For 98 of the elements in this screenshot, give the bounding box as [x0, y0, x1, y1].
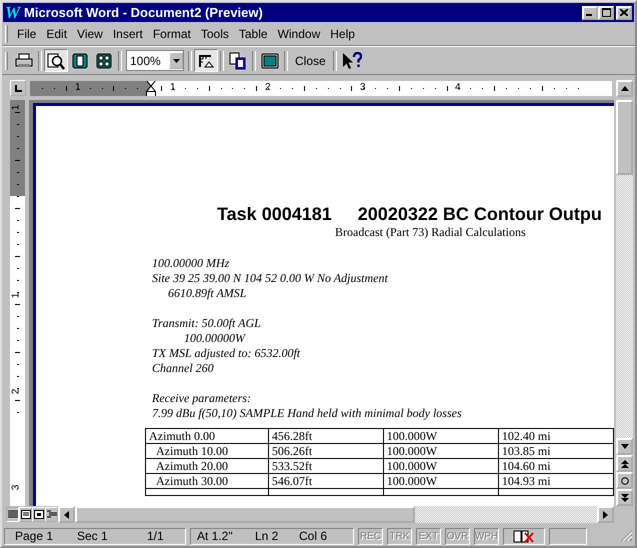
- body-text: TX MSL adjusted to: 6532.00ft: [152, 346, 302, 361]
- printer-icon: [15, 52, 33, 68]
- online-layout-button[interactable]: [19, 507, 32, 522]
- browse-object-button[interactable]: [616, 472, 633, 489]
- double-down-arrow-icon: [620, 494, 628, 502]
- menu-item[interactable]: Edit: [41, 27, 72, 41]
- outline-icon: [46, 510, 56, 519]
- document-title: 20020322 BC Contour Outpu: [358, 204, 602, 225]
- close-icon: [620, 9, 628, 16]
- status-text: Sec 1: [77, 529, 109, 543]
- view-ruler-button[interactable]: [194, 49, 218, 72]
- ruler-number: 3: [10, 484, 22, 490]
- magnifier-icon: [47, 52, 65, 70]
- table-cell: 102.40 mi: [498, 428, 614, 444]
- body-text: Receive parameters:: [152, 391, 252, 406]
- app-logo-icon: W: [5, 2, 21, 22]
- scroll-right-button[interactable]: [597, 506, 614, 523]
- ruler-icon: [197, 52, 215, 68]
- help-pointer-icon: [342, 52, 362, 70]
- close-window-button[interactable]: [616, 6, 632, 20]
- body-text: 6610.89ft AMSL: [167, 286, 248, 301]
- menu-item[interactable]: Tools: [196, 27, 234, 41]
- normal-view-button[interactable]: [6, 507, 19, 522]
- circle-icon: [620, 476, 628, 484]
- page-icon: [34, 510, 44, 519]
- caret-icon: [172, 58, 180, 62]
- page-layout-button[interactable]: [32, 507, 45, 522]
- outline-view-button[interactable]: [45, 507, 58, 522]
- scroll-up-button[interactable]: [616, 80, 633, 96]
- table-cell: 104.93 mi: [498, 474, 614, 488]
- double-up-arrow-icon: [620, 460, 628, 468]
- table-cell: 506.26ft: [268, 444, 384, 458]
- ruler-number: 1: [10, 104, 22, 110]
- table-cell: 100.000W: [383, 474, 498, 488]
- table-cell: Azimuth 0.00: [146, 428, 268, 444]
- body-text: Channel 260: [152, 361, 215, 376]
- body-text: 100.00000W: [183, 331, 247, 346]
- body-text: 100.00000 MHz: [152, 256, 230, 271]
- maximize-icon: [602, 8, 610, 17]
- menu-item[interactable]: Format: [148, 27, 196, 41]
- screen-icon: [261, 52, 279, 68]
- menu-item[interactable]: Window: [272, 27, 326, 41]
- menu-item[interactable]: Help: [325, 27, 360, 41]
- status-panel: [549, 528, 587, 544]
- right-arrow-icon: [603, 510, 608, 518]
- zoom-dropdown[interactable]: 100%: [126, 50, 184, 71]
- magnifier-button[interactable]: [44, 49, 68, 72]
- body-text: Site 39 25 39.00 N 104 52 0.00 W No Adjustment: [152, 271, 389, 286]
- left-tab-icon: [14, 84, 22, 92]
- down-arrow-icon: [620, 444, 628, 449]
- table-cell: 100.000W: [383, 444, 498, 458]
- next-page-button[interactable]: [616, 489, 633, 506]
- scroll-thumb[interactable]: [616, 100, 633, 175]
- minimize-button[interactable]: [582, 6, 598, 20]
- menu-item[interactable]: Insert: [108, 27, 148, 41]
- four-pages-icon: [96, 52, 112, 68]
- ruler-number: 3: [360, 82, 366, 92]
- scroll-thumb[interactable]: [75, 506, 415, 523]
- status-text: Col 6: [299, 529, 328, 543]
- ruler-number: 2: [10, 388, 22, 394]
- scroll-down-button[interactable]: [616, 438, 633, 455]
- window-title: Microsoft Word - Document2 (Preview): [24, 5, 264, 20]
- tab-selector-button[interactable]: [10, 80, 26, 96]
- left-arrow-icon: [64, 510, 69, 518]
- status-text: At 1.2": [197, 529, 234, 543]
- body-text: 7.99 dBu f(50,10) SAMPLE Hand held with minimal body losses: [152, 406, 463, 421]
- indent-marker-icon[interactable]: [146, 80, 156, 96]
- lines-icon: [8, 510, 18, 519]
- table-cell: 104.60 mi: [498, 458, 614, 474]
- ruler-number: 2: [265, 82, 271, 92]
- table-cell: 103.85 mi: [498, 444, 614, 458]
- menu-item[interactable]: File: [12, 27, 42, 41]
- table-cell: 456.28ft: [268, 428, 384, 444]
- status-text: Page 1: [15, 529, 54, 543]
- table-cell: Azimuth 10.00: [146, 444, 268, 458]
- table-cell: Azimuth 20.00: [146, 458, 268, 474]
- status-text: Ln 2: [255, 529, 280, 543]
- resize-grip-icon[interactable]: [621, 530, 633, 542]
- document-subtitle: Broadcast (Part 73) Radial Calculations: [334, 225, 527, 240]
- table-cell: 100.000W: [383, 458, 498, 474]
- table-cell: 546.07ft: [268, 474, 384, 488]
- previous-page-button[interactable]: [616, 455, 633, 472]
- one-page-icon: [72, 52, 88, 68]
- maximize-button[interactable]: [598, 6, 614, 20]
- body-text: Transmit: 50.00ft AGL: [152, 316, 262, 331]
- menu-item[interactable]: Table: [234, 27, 273, 41]
- table-cell: Azimuth 30.00: [146, 474, 268, 488]
- up-arrow-icon: [620, 86, 628, 90]
- table-cell: 100.000W: [383, 428, 498, 444]
- document-icon: [20, 510, 30, 519]
- spelling-book-icon[interactable]: [513, 529, 535, 543]
- ruler-number: 1: [10, 292, 22, 298]
- status-text: 1/1: [147, 529, 164, 543]
- menu-item[interactable]: View: [72, 27, 108, 41]
- table-cell: 533.52ft: [268, 458, 384, 474]
- scroll-left-button[interactable]: [58, 506, 75, 523]
- document-title: Task 0004181: [217, 204, 332, 225]
- overlapping-pages-icon: [229, 52, 247, 70]
